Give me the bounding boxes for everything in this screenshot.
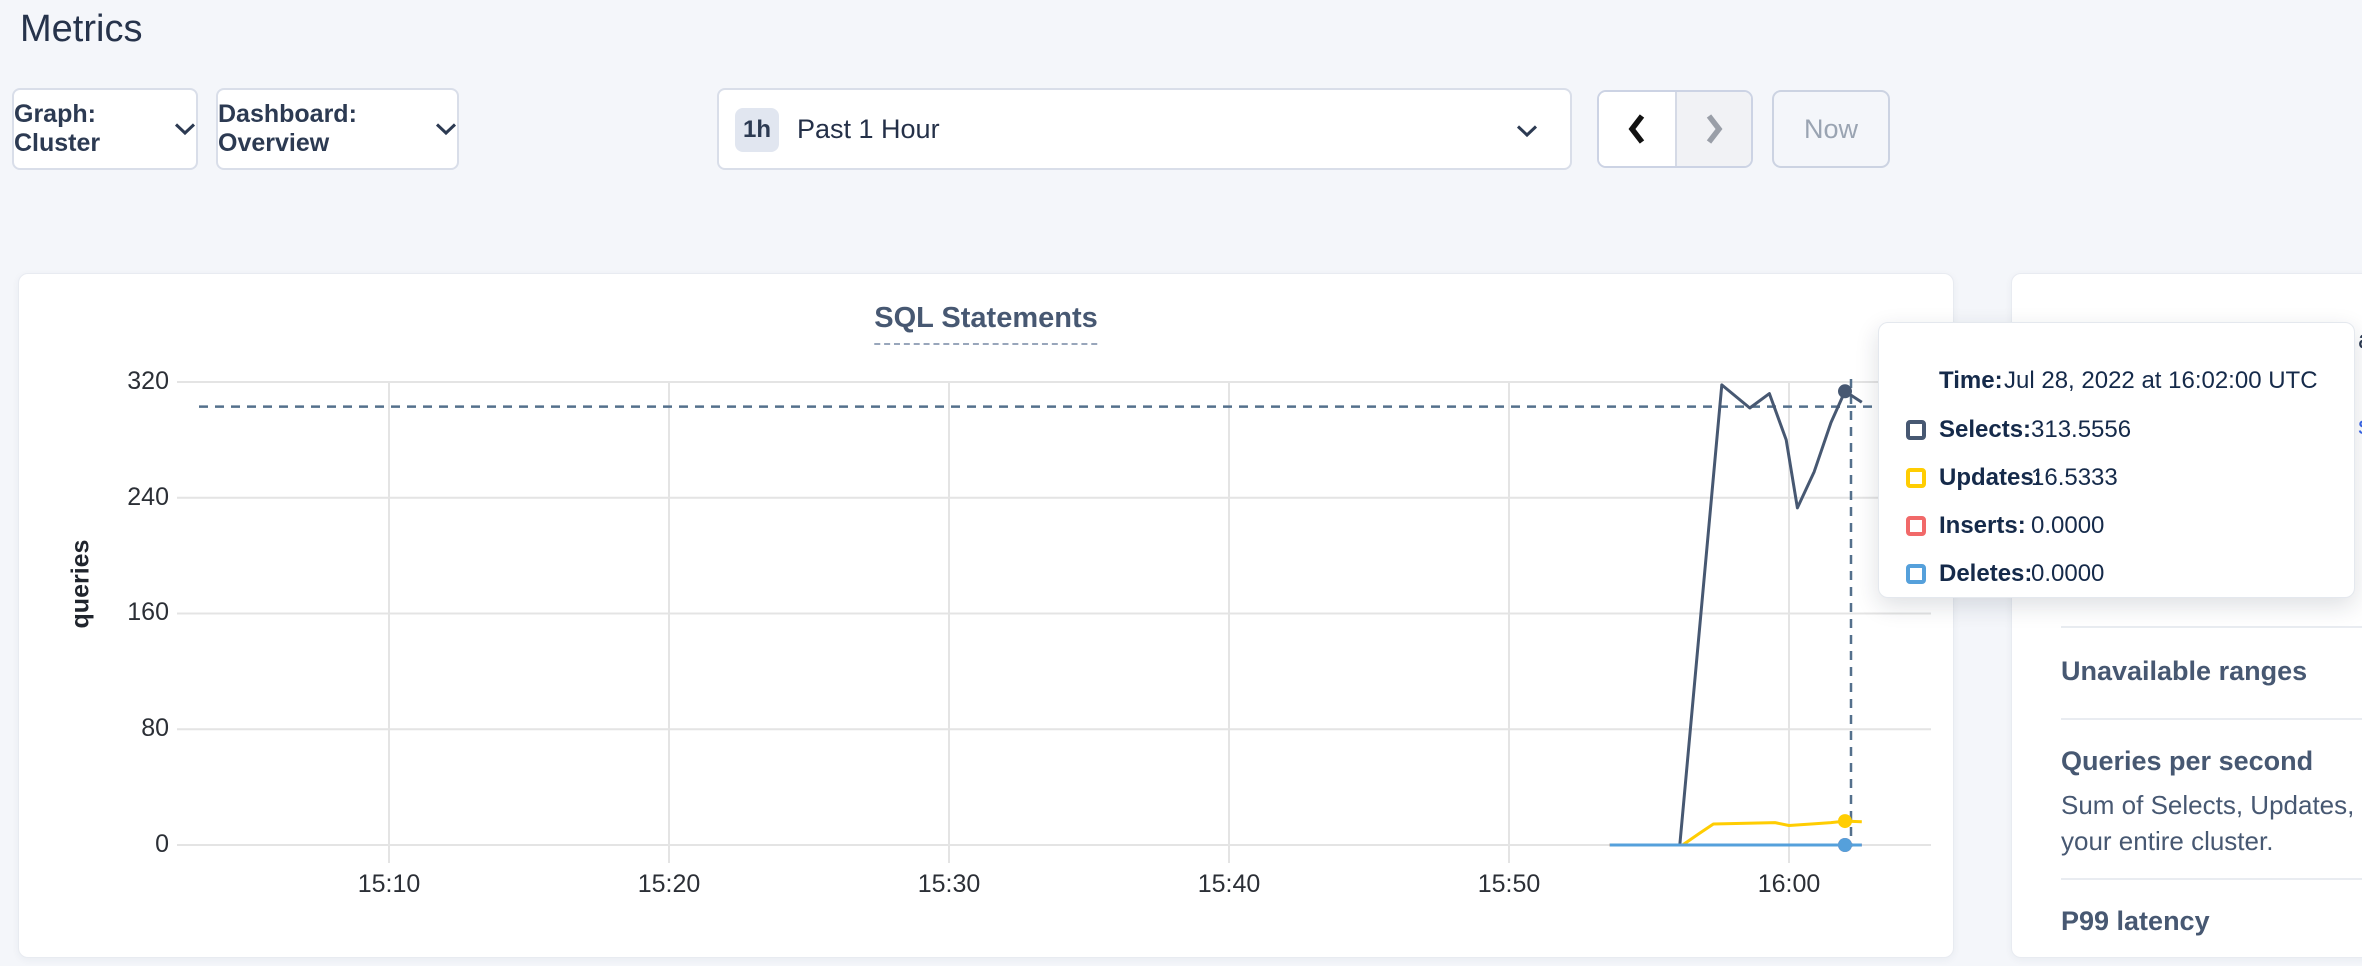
time-back-button[interactable] [1599,92,1675,166]
tooltip-selects-value: 313.5556 [2031,416,2131,444]
graph-scope-dropdown-label: Graph: Cluster [14,100,158,158]
x-tick-label: 15:10 [319,870,459,899]
summary-unavailable-ranges-heading: Unavailable ranges [2061,656,2307,687]
metrics-page: Metrics Graph: Cluster Dashboard: Overvi… [0,0,2362,966]
tooltip-selects-row: Selects: 313.5556 [1879,416,2354,450]
time-range-badge: 1h [735,108,779,152]
x-tick-label: 15:20 [599,870,739,899]
time-range-label: Past 1 Hour [797,114,940,145]
summary-p99-heading: P99 latency [2061,906,2210,937]
tooltip-selects-label: Selects: [1939,416,2031,444]
tooltip-time-row: Time: Jul 28, 2022 at 16:02:00 UTC [1879,367,2354,401]
divider [2061,878,2362,880]
inserts-series-swatch [1906,516,1926,536]
x-tick-label: 16:00 [1719,870,1859,899]
summary-qps-description-line1: Sum of Selects, Updates, Inserts and Del… [2061,790,2362,821]
divider [2061,718,2362,720]
tooltip-updates-label: Updates: [1939,464,2042,492]
y-tick-label: 0 [39,830,169,859]
dashboard-dropdown[interactable]: Dashboard: Overview [216,88,459,170]
chevron-down-icon [174,122,196,136]
tooltip-time-value: Jul 28, 2022 at 16:02:00 UTC [2004,367,2318,395]
tooltip-inserts-label: Inserts: [1939,512,2026,540]
updates-series-swatch [1906,468,1926,488]
tooltip-deletes-label: Deletes: [1939,560,2032,588]
clipped-text-fragment: a [2358,324,2362,355]
sql-statements-chart-card: SQL Statements queries 080160240320 15:1… [18,273,1954,958]
divider [2061,626,2362,628]
deletes-series-swatch [1906,564,1926,584]
now-button[interactable]: Now [1772,90,1890,168]
y-tick-label: 160 [39,598,169,627]
y-tick-label: 240 [39,483,169,512]
tooltip-time-label: Time: [1939,367,2003,395]
chevron-right-icon [1702,112,1726,146]
tooltip-inserts-value: 0.0000 [2031,512,2104,540]
tooltip-updates-value: 16.5333 [2031,464,2118,492]
time-forward-button-disabled[interactable] [1675,92,1751,166]
selects-series-swatch [1906,420,1926,440]
summary-qps-description-line2: your entire cluster. [2061,826,2273,857]
tooltip-inserts-row: Inserts: 0.0000 [1879,512,2354,546]
x-tick-label: 15:50 [1439,870,1579,899]
chevron-left-icon [1625,112,1649,146]
chevron-down-icon [435,122,457,136]
x-tick-label: 15:30 [879,870,1019,899]
page-title: Metrics [20,8,142,51]
chevron-down-icon [1516,124,1538,138]
tooltip-updates-row: Updates: 16.5333 [1879,464,2354,498]
dashboard-dropdown-label: Dashboard: Overview [218,100,419,158]
summary-qps-heading: Queries per second [2061,746,2313,777]
x-tick-label: 15:40 [1159,870,1299,899]
y-tick-label: 80 [39,714,169,743]
tooltip-deletes-row: Deletes: 0.0000 [1879,560,2354,594]
time-range-select[interactable]: 1h Past 1 Hour [717,88,1572,170]
now-button-label: Now [1804,114,1858,145]
y-tick-label: 320 [39,367,169,396]
time-nav-arrows [1597,90,1753,168]
chart-hover-tooltip: Time: Jul 28, 2022 at 16:02:00 UTC Selec… [1878,322,2355,598]
tooltip-deletes-value: 0.0000 [2031,560,2104,588]
graph-scope-dropdown[interactable]: Graph: Cluster [12,88,198,170]
clipped-link-fragment[interactable]: s [2358,410,2362,441]
sql-statements-chart[interactable] [19,274,1955,959]
